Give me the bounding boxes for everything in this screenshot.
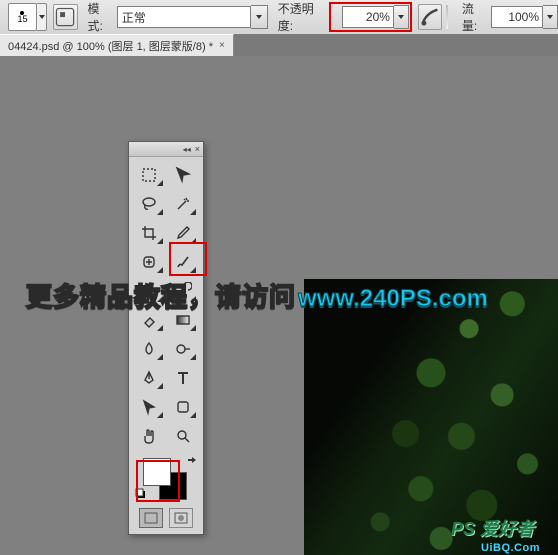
opacity-label: 不透明度: bbox=[278, 0, 325, 34]
zoom-tool[interactable] bbox=[167, 422, 200, 450]
lasso-tool[interactable] bbox=[133, 190, 166, 218]
opacity-input[interactable]: 20% bbox=[342, 6, 394, 28]
pen-tool[interactable] bbox=[133, 364, 166, 392]
opacity-highlight-box: 20% bbox=[329, 2, 412, 32]
brush-tool[interactable] bbox=[167, 248, 200, 276]
watermark-line1: PS 爱好者 bbox=[451, 515, 534, 541]
tablet-pressure-icon bbox=[419, 6, 441, 28]
tools-panel-header[interactable]: ◂◂ × bbox=[129, 142, 203, 157]
chevron-down-icon bbox=[398, 15, 404, 19]
brush-panel-toggle-button[interactable] bbox=[53, 4, 77, 30]
eyedropper-tool[interactable] bbox=[167, 219, 200, 247]
dodge-tool[interactable] bbox=[167, 335, 200, 363]
flow-input[interactable]: 100% bbox=[491, 6, 543, 28]
healing-brush-tool[interactable] bbox=[133, 248, 166, 276]
swap-colors-icon[interactable] bbox=[187, 456, 197, 466]
pressure-opacity-toggle[interactable] bbox=[418, 4, 442, 30]
move-tool[interactable] bbox=[167, 161, 200, 189]
chevron-down-icon bbox=[39, 15, 45, 19]
foreground-color-swatch[interactable] bbox=[143, 458, 171, 486]
shape-tool[interactable] bbox=[167, 393, 200, 421]
document-image[interactable]: PS 爱好者 UiBQ.Com bbox=[304, 279, 558, 555]
document-tab-bar: 04424.psd @ 100% (图层 1, 图层蒙版/8) * × bbox=[0, 34, 558, 56]
default-colors-icon[interactable] bbox=[135, 488, 147, 500]
type-tool[interactable] bbox=[167, 364, 200, 392]
blur-tool[interactable] bbox=[133, 335, 166, 363]
promo-text-cn: 更多精品教程，请访问 bbox=[26, 277, 296, 314]
brush-preset-picker[interactable]: 15 bbox=[8, 3, 38, 31]
path-selection-tool[interactable] bbox=[133, 393, 166, 421]
foreground-background-swatch[interactable] bbox=[143, 458, 189, 498]
magic-wand-tool[interactable] bbox=[167, 190, 200, 218]
color-swatch-area bbox=[129, 454, 203, 504]
hand-tool[interactable] bbox=[133, 422, 166, 450]
screen-mode-row bbox=[129, 504, 203, 534]
blend-mode-value: 正常 bbox=[117, 6, 251, 28]
marquee-tool[interactable] bbox=[133, 161, 166, 189]
brush-size-value: 15 bbox=[17, 15, 27, 24]
promo-overlay: 更多精品教程，请访问 www.240PS.com bbox=[26, 277, 488, 314]
tools-panel: ◂◂ × bbox=[128, 141, 204, 535]
watermark-line2: UiBQ.Com bbox=[481, 542, 540, 554]
options-bar: 15 模式: 正常 不透明度: 20% 流量: 100% bbox=[0, 0, 558, 35]
chevron-down-icon bbox=[256, 15, 262, 19]
quickmask-mode-button[interactable] bbox=[169, 508, 193, 528]
chevron-down-icon bbox=[547, 15, 553, 19]
document-tab-title: 04424.psd @ 100% (图层 1, 图层蒙版/8) * bbox=[8, 38, 213, 54]
flow-label: 流量: bbox=[462, 0, 487, 34]
blend-mode-select[interactable]: 正常 bbox=[117, 5, 268, 29]
standard-mode-button[interactable] bbox=[139, 508, 163, 528]
collapse-icon[interactable]: ◂◂ bbox=[183, 145, 191, 154]
close-icon[interactable]: × bbox=[219, 40, 225, 51]
image-content bbox=[304, 279, 558, 555]
document-tab[interactable]: 04424.psd @ 100% (图层 1, 图层蒙版/8) * × bbox=[0, 34, 234, 56]
promo-text-url: www.240PS.com bbox=[298, 285, 488, 313]
blend-mode-dropdown-arrow[interactable] bbox=[251, 5, 268, 29]
opacity-dropdown[interactable] bbox=[394, 5, 409, 29]
separator bbox=[446, 5, 448, 29]
flow-dropdown[interactable] bbox=[543, 5, 558, 29]
close-icon[interactable]: × bbox=[195, 144, 200, 154]
crop-tool[interactable] bbox=[133, 219, 166, 247]
mode-label: 模式: bbox=[88, 0, 113, 34]
brush-preset-dropdown[interactable] bbox=[37, 3, 47, 31]
brush-panel-icon bbox=[54, 6, 76, 28]
